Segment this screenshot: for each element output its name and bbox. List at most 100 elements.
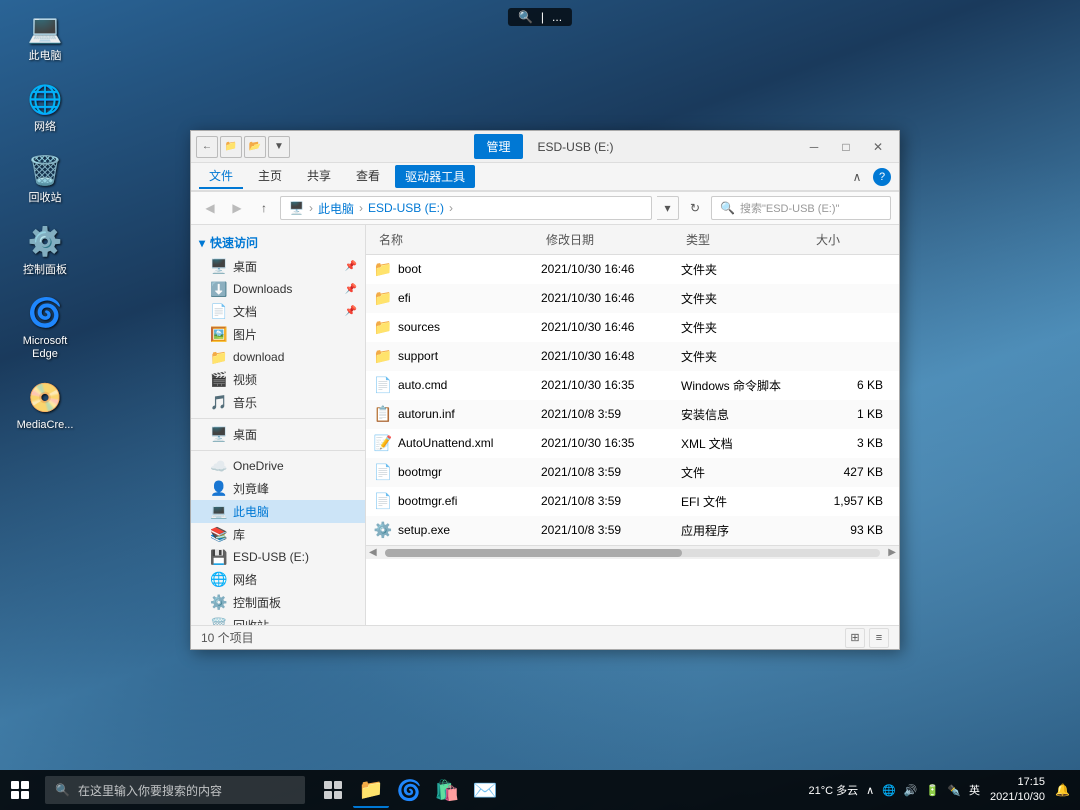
search-box[interactable]: 🔍 搜索"ESD-USB (E:)" [711, 196, 891, 220]
table-row[interactable]: 📁 boot 2021/10/30 16:46 文件夹 [366, 255, 899, 284]
col-header-size[interactable]: 大小 [811, 229, 891, 250]
control-panel-icon: ⚙️ [27, 224, 63, 260]
address-dropdown-button[interactable]: ▾ [657, 196, 679, 220]
sidebar-item-videos[interactable]: 🎬 视频 [191, 368, 365, 391]
file-name-label: bootmgr [398, 465, 442, 479]
sidebar-item-recycle[interactable]: 🗑️ 回收站 [191, 614, 365, 625]
desktop-icon-this-pc[interactable]: 💻 此电脑 [15, 10, 75, 63]
control-panel-label: 控制面板 [23, 264, 67, 277]
desktop-icon-control-panel[interactable]: ⚙️ 控制面板 [15, 224, 75, 277]
lang-tray-label[interactable]: 英 [969, 782, 980, 798]
detail-view-button[interactable]: ≡ [869, 628, 889, 648]
download2-sidebar-icon: 📁 [211, 349, 227, 365]
table-row[interactable]: 📄 auto.cmd 2021/10/30 16:35 Windows 命令脚本… [366, 371, 899, 400]
ribbon-collapse-button[interactable]: ∧ [846, 166, 868, 188]
pen-tray-icon[interactable]: ✒️ [947, 784, 961, 797]
file-name-label: autorun.inf [398, 407, 455, 421]
sidebar-item-desktop[interactable]: 🖥️ 桌面 📌 [191, 255, 365, 278]
table-row[interactable]: ⚙️ setup.exe 2021/10/8 3:59 应用程序 93 KB [366, 516, 899, 545]
sidebar-item-this-pc[interactable]: 💻 此电脑 [191, 500, 365, 523]
notification-icon[interactable]: 🔔 [1055, 783, 1070, 797]
desktop-icon-network[interactable]: 🌐 网络 [15, 81, 75, 134]
props-tb[interactable]: ▼ [268, 136, 290, 158]
scroll-left-arrow[interactable]: ◀ [366, 547, 380, 558]
file-list-body: 📁 boot 2021/10/30 16:46 文件夹 📁 efi 2021/1… [366, 255, 899, 545]
tab-share[interactable]: 共享 [297, 164, 341, 189]
tab-file[interactable]: 文件 [199, 164, 243, 189]
horizontal-scrollbar[interactable]: ◀ ▶ [366, 545, 899, 559]
more-options-icon[interactable]: ... [552, 10, 562, 24]
new-folder-tb[interactable]: 📂 [244, 136, 266, 158]
taskbar-mail[interactable]: ✉️ [467, 772, 503, 808]
sidebar-item-library[interactable]: 📚 库 [191, 523, 365, 546]
path-esd-usb[interactable]: ESD-USB (E:) [368, 201, 444, 215]
close-button[interactable]: ✕ [862, 131, 894, 163]
sidebar-item-network[interactable]: 🌐 网络 [191, 568, 365, 591]
col-header-type[interactable]: 类型 [681, 229, 811, 250]
nav-back-button[interactable]: ◀ [199, 197, 221, 219]
desktop-icon-edge[interactable]: 🌀 Microsoft Edge [15, 295, 75, 361]
scrollbar-track[interactable] [385, 549, 881, 557]
address-refresh-button[interactable]: ↻ [684, 197, 706, 219]
network-tray-icon[interactable]: 🌐 [882, 784, 896, 797]
show-hidden-icon[interactable]: ∧ [866, 784, 874, 797]
file-icon: ⚙️ [374, 521, 392, 539]
quick-access-toolbar: ← 📁 📂 ▼ [196, 136, 290, 158]
sound-tray-icon[interactable]: 🔊 [904, 784, 918, 797]
tab-home[interactable]: 主页 [248, 164, 292, 189]
desktop2-sidebar-icon: 🖥️ [211, 427, 227, 443]
sidebar-network-label: 网络 [233, 571, 257, 588]
taskbar-search-box[interactable]: 🔍 在这里输入你要搜索的内容 [45, 776, 305, 804]
sidebar-item-pictures[interactable]: 🖼️ 图片 [191, 323, 365, 346]
col-header-name[interactable]: 名称 [374, 229, 541, 250]
tab-driver-tools[interactable]: 驱动器工具 [395, 165, 475, 188]
scrollbar-thumb[interactable] [385, 549, 682, 557]
nav-up-button[interactable]: ↑ [253, 197, 275, 219]
clock-date: 2021/10/30 [990, 790, 1045, 805]
tab-view[interactable]: 查看 [346, 164, 390, 189]
sidebar-item-music[interactable]: 🎵 音乐 [191, 391, 365, 414]
sidebar-divider-1 [191, 418, 365, 419]
esd-usb-sidebar-icon: 💾 [211, 549, 227, 565]
table-row[interactable]: 📁 sources 2021/10/30 16:46 文件夹 [366, 313, 899, 342]
videos-sidebar-icon: 🎬 [211, 372, 227, 388]
taskbar-task-view[interactable] [315, 772, 351, 808]
desktop-icon-recycle[interactable]: 🗑️ 回收站 [15, 152, 75, 205]
sidebar-item-onedrive[interactable]: ☁️ OneDrive [191, 455, 365, 477]
table-row[interactable]: 📄 bootmgr 2021/10/8 3:59 文件 427 KB [366, 458, 899, 487]
maximize-button[interactable]: □ [830, 131, 862, 163]
nav-forward-button[interactable]: ▶ [226, 197, 248, 219]
table-row[interactable]: 📝 AutoUnattend.xml 2021/10/30 16:35 XML … [366, 429, 899, 458]
sidebar-item-download2[interactable]: 📁 download [191, 346, 365, 368]
table-row[interactable]: 📋 autorun.inf 2021/10/8 3:59 安装信息 1 KB [366, 400, 899, 429]
table-row[interactable]: 📄 bootmgr.efi 2021/10/8 3:59 EFI 文件 1,95… [366, 487, 899, 516]
sidebar-item-ctrl-panel[interactable]: ⚙️ 控制面板 [191, 591, 365, 614]
manage-tab[interactable]: 管理 [474, 134, 522, 159]
file-name-label: boot [398, 262, 421, 276]
col-header-date[interactable]: 修改日期 [541, 229, 681, 250]
file-icon: 📁 [374, 289, 392, 307]
sidebar-item-esd-usb[interactable]: 💾 ESD-USB (E:) [191, 546, 365, 568]
minimize-button[interactable]: ─ [798, 131, 830, 163]
sidebar-item-desktop2[interactable]: 🖥️ 桌面 [191, 423, 365, 446]
battery-tray-icon[interactable]: 🔋 [926, 784, 940, 797]
taskbar-edge[interactable]: 🌀 [391, 772, 427, 808]
ribbon-help-button[interactable]: ? [873, 168, 891, 186]
path-this-pc[interactable]: 此电脑 [318, 200, 354, 217]
quick-access-header[interactable]: ▾ 快速访问 [191, 230, 365, 255]
table-row[interactable]: 📁 support 2021/10/30 16:48 文件夹 [366, 342, 899, 371]
taskbar-explorer[interactable]: 📁 [353, 772, 389, 808]
large-icon-view-button[interactable]: ⊞ [845, 628, 865, 648]
sidebar-item-downloads[interactable]: ⬇️ Downloads 📌 [191, 278, 365, 300]
table-row[interactable]: 📁 efi 2021/10/30 16:46 文件夹 [366, 284, 899, 313]
taskbar-store[interactable]: 🛍️ [429, 772, 465, 808]
start-button[interactable] [0, 770, 40, 810]
desktop-icon-mediacre[interactable]: 📀 MediaCre... [15, 379, 75, 432]
file-size: 1,957 KB [811, 494, 891, 508]
taskbar-clock[interactable]: 17:15 2021/10/30 [990, 775, 1045, 806]
address-path[interactable]: 🖥️ › 此电脑 › ESD-USB (E:) › [280, 196, 652, 220]
sidebar-item-documents[interactable]: 📄 文档 📌 [191, 300, 365, 323]
scroll-right-arrow[interactable]: ▶ [885, 547, 899, 558]
back-tb-button[interactable]: ← [196, 136, 218, 158]
sidebar-item-user[interactable]: 👤 刘竟峰 [191, 477, 365, 500]
